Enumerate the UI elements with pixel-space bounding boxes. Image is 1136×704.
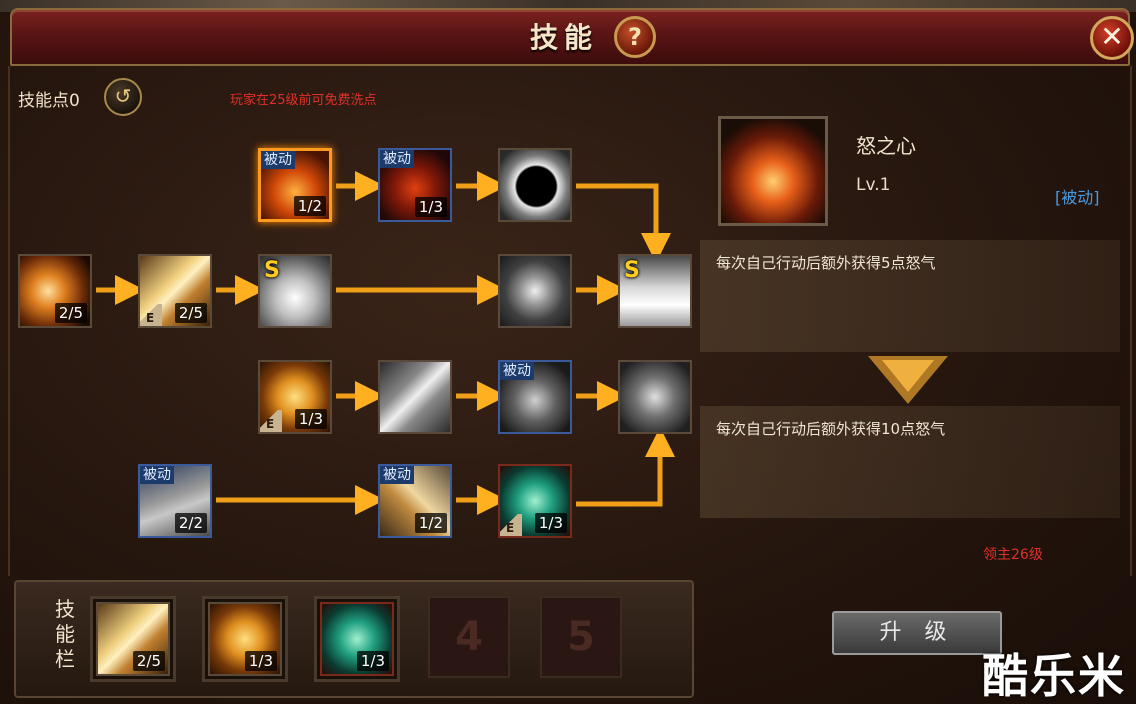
selected-skill-type: [被动] xyxy=(1055,188,1100,207)
skill-level: 1/3 xyxy=(356,651,389,671)
skill-bar-label-char: 栏 xyxy=(55,647,75,671)
skill-tile-team-shield[interactable] xyxy=(618,360,692,434)
skill-tile-greatsword[interactable]: S xyxy=(258,254,332,328)
skill-level: 2/5 xyxy=(132,651,165,671)
passive-tag: 被动 xyxy=(140,466,174,484)
current-effect-text: 每次自己行动后额外获得5点怒气 xyxy=(716,254,936,272)
skill-slot-1[interactable]: 2/5 xyxy=(96,602,170,676)
streaks-icon xyxy=(380,362,450,432)
skill-tile-streaks[interactable] xyxy=(378,360,452,434)
skill-level: 1/3 xyxy=(414,197,447,217)
passive-tag: 被动 xyxy=(500,362,534,380)
skill-bar-label-char: 能 xyxy=(55,622,75,646)
skill-bar-label-char: 技 xyxy=(55,597,75,621)
passive-tag: 被动 xyxy=(380,466,414,484)
skill-tile-stone[interactable]: 被动 2/2 xyxy=(138,464,212,538)
skill-level: 1/3 xyxy=(534,513,567,533)
skill-tile-green-warrior[interactable]: E 1/3 xyxy=(498,464,572,538)
skill-tile-slash[interactable]: 2/5 xyxy=(18,254,92,328)
vortex-icon xyxy=(500,256,570,326)
skill-slot-4[interactable]: 4 xyxy=(428,596,510,678)
selected-skill-name: 怒之心 xyxy=(856,134,916,158)
skill-level: 1/3 xyxy=(294,409,327,429)
skill-tile-vortex[interactable] xyxy=(498,254,572,328)
next-level-arrow-icon xyxy=(868,356,948,404)
selected-skill-fire-icon xyxy=(718,116,828,226)
special-badge: S xyxy=(264,258,280,283)
skill-tile-golden-shield[interactable]: E 1/3 xyxy=(258,360,332,434)
skill-level: 1/2 xyxy=(293,196,326,216)
skill-tile-white-blades[interactable]: S xyxy=(618,254,692,328)
skill-slot-5[interactable]: 5 xyxy=(540,596,622,678)
skill-tile-guardian[interactable]: 被动 xyxy=(498,360,572,434)
skill-tile-spear[interactable]: 被动 1/2 xyxy=(378,464,452,538)
skill-slot-3[interactable]: 1/3 xyxy=(320,602,394,676)
selected-skill-level: Lv.1 xyxy=(856,175,891,195)
skill-level: 1/3 xyxy=(244,651,277,671)
passive-tag: 被动 xyxy=(380,150,414,168)
skill-tile-fire-passive[interactable]: 被动 1/2 xyxy=(258,148,332,222)
eclipse-icon xyxy=(500,150,570,220)
elite-badge: E xyxy=(500,514,522,536)
next-effect-text: 每次自己行动后额外获得10点怒气 xyxy=(716,420,946,438)
elite-badge: E xyxy=(260,410,282,432)
skill-tile-red-shield[interactable]: 被动 1/3 xyxy=(378,148,452,222)
skill-tile-sword[interactable]: E 2/5 xyxy=(138,254,212,328)
skill-bar-label: 技 能 栏 xyxy=(52,597,78,672)
skill-level: 2/5 xyxy=(174,303,207,323)
passive-tag: 被动 xyxy=(261,151,295,169)
skill-level: 1/2 xyxy=(414,513,447,533)
skill-level: 2/2 xyxy=(174,513,207,533)
skill-tile-eclipse[interactable] xyxy=(498,148,572,222)
level-requirement: 领主26级 xyxy=(983,547,1043,563)
team-shield-icon xyxy=(620,362,690,432)
watermark-logo: 酷乐米 xyxy=(982,649,1126,703)
skill-slot-2[interactable]: 1/3 xyxy=(208,602,282,676)
skill-level: 2/5 xyxy=(54,303,87,323)
upgrade-button[interactable]: 升 级 xyxy=(832,611,1002,655)
elite-badge: E xyxy=(140,304,162,326)
special-badge: S xyxy=(624,258,640,283)
